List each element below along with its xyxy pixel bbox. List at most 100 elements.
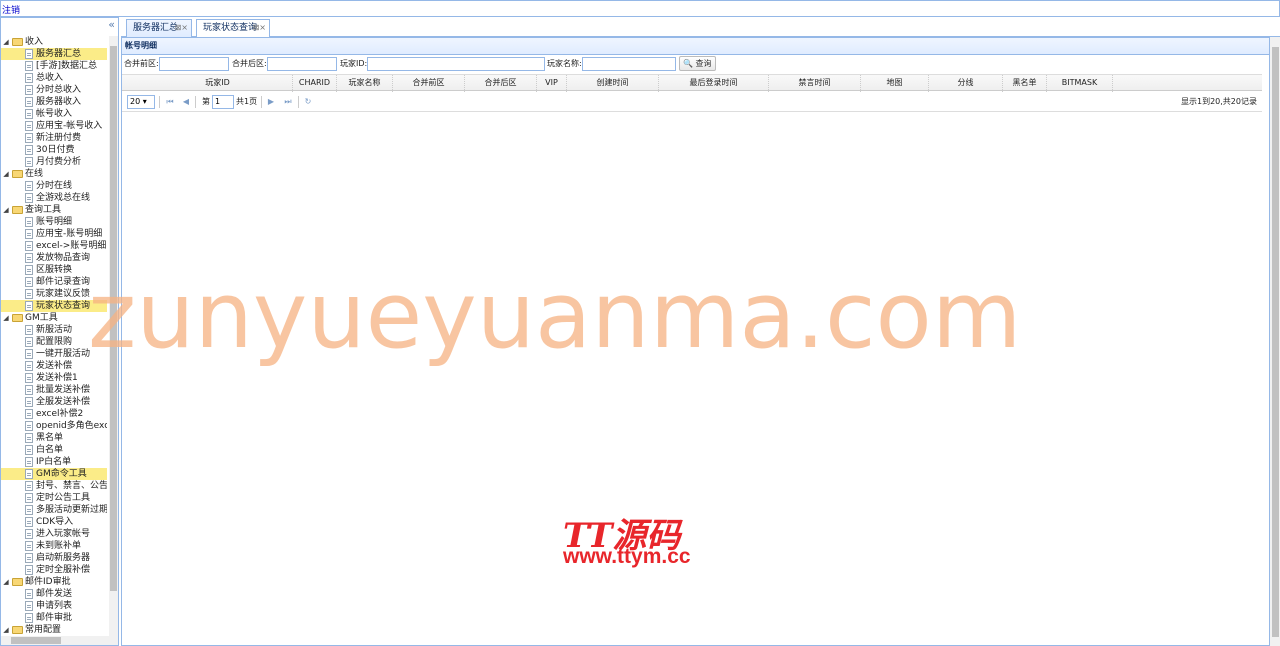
expand-arrow-icon[interactable]: ◢: [2, 204, 10, 216]
refresh-icon[interactable]: ↻: [303, 96, 313, 107]
nav-item[interactable]: 服务器收入: [1, 96, 107, 108]
nav-item[interactable]: 定时公告工具: [1, 492, 107, 504]
prev-page-icon[interactable]: ◀: [181, 96, 191, 107]
expand-arrow-icon[interactable]: ◢: [2, 36, 10, 48]
pager-separator: [195, 96, 196, 108]
column-header[interactable]: 创建时间: [567, 75, 659, 92]
nav-item[interactable]: 一键开服活动: [1, 348, 107, 360]
nav-item[interactable]: 账号明细: [1, 216, 107, 228]
nav-item[interactable]: 定时全服补偿: [1, 564, 107, 576]
tab-close-icon[interactable]: ⊠×: [175, 20, 188, 36]
nav-item[interactable]: 区服转换: [1, 264, 107, 276]
nav-item[interactable]: 黑名单: [1, 432, 107, 444]
collapse-panel-button[interactable]: «: [108, 19, 115, 30]
nav-item[interactable]: 玩家状态查询: [1, 300, 107, 312]
nav-item[interactable]: 启动新服务器: [1, 552, 107, 564]
expand-arrow-icon[interactable]: ◢: [2, 312, 10, 324]
nav-item[interactable]: 封号、禁言、公告: [1, 480, 107, 492]
nav-item[interactable]: 玩家建议反馈: [1, 288, 107, 300]
nav-tree: ◢ 收入 服务器汇总 [手游]数据汇总 总收入 分时总收入 服务器收入 帐号收入 应用宝-帐号收…: [1, 36, 109, 636]
nav-item[interactable]: 新服活动: [1, 324, 107, 336]
expand-arrow-icon[interactable]: ◢: [2, 624, 10, 636]
nav-folder[interactable]: ◢ GM工具: [1, 312, 107, 324]
nav-item[interactable]: openid多角色excel: [1, 420, 107, 432]
tab-close-icon[interactable]: ⊠×: [253, 20, 266, 36]
nav-item[interactable]: 应用宝-账号明细: [1, 228, 107, 240]
nav-item[interactable]: 分时总收入: [1, 84, 107, 96]
column-header[interactable]: 合并后区: [465, 75, 537, 92]
nav-item[interactable]: 批量发送补偿: [1, 384, 107, 396]
nav-item[interactable]: [手游]数据汇总: [1, 60, 107, 72]
nav-folder[interactable]: ◢ 在线: [1, 168, 107, 180]
column-header[interactable]: 黑名单: [1003, 75, 1047, 92]
player-name-input[interactable]: [582, 57, 676, 71]
nav-item[interactable]: 新注册付费: [1, 132, 107, 144]
nav-item[interactable]: 邮件记录查询: [1, 276, 107, 288]
expand-arrow-icon[interactable]: ◢: [2, 576, 10, 588]
nav-item[interactable]: 白名单: [1, 444, 107, 456]
column-header[interactable]: 地图: [861, 75, 929, 92]
first-page-icon[interactable]: ⏮: [165, 96, 175, 107]
merge-before-input[interactable]: [159, 57, 229, 71]
nav-folder-label: 常用配置: [25, 625, 62, 635]
tab-server-summary[interactable]: 服务器汇总 ⊠×: [126, 19, 192, 37]
pager: 20 ▾ ⏮ ◀ 第 1 共1页 ▶ ⏭ ↻ 显示1到20,共20记录: [122, 92, 1262, 112]
page-size-select[interactable]: 20 ▾: [127, 95, 155, 109]
nav-item[interactable]: 未到账补单: [1, 540, 107, 552]
main-vscroll-thumb[interactable]: [1272, 47, 1279, 637]
nav-folder[interactable]: ◢ 收入: [1, 36, 107, 48]
tab-player-status[interactable]: 玩家状态查询 ⊠×: [196, 19, 270, 38]
column-header[interactable]: 合并前区: [393, 75, 465, 92]
nav-item[interactable]: 进入玩家帐号: [1, 528, 107, 540]
nav-item[interactable]: 服务器汇总: [1, 48, 107, 60]
nav-item[interactable]: 发送补偿1: [1, 372, 107, 384]
nav-folder[interactable]: ◢ 常用配置: [1, 624, 107, 636]
nav-folder[interactable]: ◢ 邮件ID审批: [1, 576, 107, 588]
nav-item[interactable]: 帐号收入: [1, 108, 107, 120]
column-header[interactable]: 禁言时间: [769, 75, 861, 92]
nav-item[interactable]: 申请列表: [1, 600, 107, 612]
nav-item[interactable]: 邮件审批: [1, 612, 107, 624]
nav-item[interactable]: GM命令工具: [1, 468, 107, 480]
file-icon: [25, 361, 33, 371]
nav-vscroll-thumb[interactable]: [110, 46, 117, 591]
nav-item[interactable]: 全游戏总在线: [1, 192, 107, 204]
nav-item-label: 多服活动更新过期: [36, 505, 107, 515]
nav-item[interactable]: excel补偿2: [1, 408, 107, 420]
nav-item[interactable]: 总收入: [1, 72, 107, 84]
nav-item[interactable]: 全服发送补偿: [1, 396, 107, 408]
nav-item[interactable]: IP白名单: [1, 456, 107, 468]
page-number-input[interactable]: 1: [212, 95, 234, 109]
column-header[interactable]: CHARID: [293, 75, 337, 92]
nav-item[interactable]: 分时在线: [1, 180, 107, 192]
next-page-icon[interactable]: ▶: [266, 96, 276, 107]
nav-item[interactable]: 30日付费: [1, 144, 107, 156]
nav-item[interactable]: 发送补偿: [1, 360, 107, 372]
nav-item[interactable]: 发放物品查询: [1, 252, 107, 264]
nav-vertical-scrollbar[interactable]: [109, 36, 118, 636]
nav-item[interactable]: CDK导入: [1, 516, 107, 528]
nav-item[interactable]: 应用宝-帐号收入: [1, 120, 107, 132]
nav-item[interactable]: 多服活动更新过期: [1, 504, 107, 516]
column-header[interactable]: 分线: [929, 75, 1003, 92]
column-header[interactable]: 玩家名称: [337, 75, 393, 92]
player-id-input[interactable]: [367, 57, 545, 71]
column-header[interactable]: VIP: [537, 75, 567, 92]
logout-link[interactable]: 注销: [2, 3, 20, 16]
nav-item[interactable]: excel->账号明细: [1, 240, 107, 252]
last-page-icon[interactable]: ⏭: [283, 96, 293, 107]
column-header[interactable]: 玩家ID: [143, 75, 293, 92]
nav-item[interactable]: 邮件发送: [1, 588, 107, 600]
nav-item[interactable]: 配置限购: [1, 336, 107, 348]
query-button[interactable]: 🔍 查询: [679, 56, 716, 71]
column-header[interactable]: 最后登录时间: [659, 75, 769, 92]
main-vertical-scrollbar[interactable]: [1270, 37, 1280, 646]
expand-arrow-icon[interactable]: ◢: [2, 168, 10, 180]
nav-folder[interactable]: ◢ 查询工具: [1, 204, 107, 216]
column-header[interactable]: BITMASK: [1047, 75, 1113, 92]
nav-item[interactable]: 月付费分析: [1, 156, 107, 168]
merge-after-input[interactable]: [267, 57, 337, 71]
file-icon: [25, 277, 33, 287]
nav-hscroll-thumb[interactable]: [11, 637, 61, 644]
nav-horizontal-scrollbar[interactable]: [1, 636, 118, 645]
